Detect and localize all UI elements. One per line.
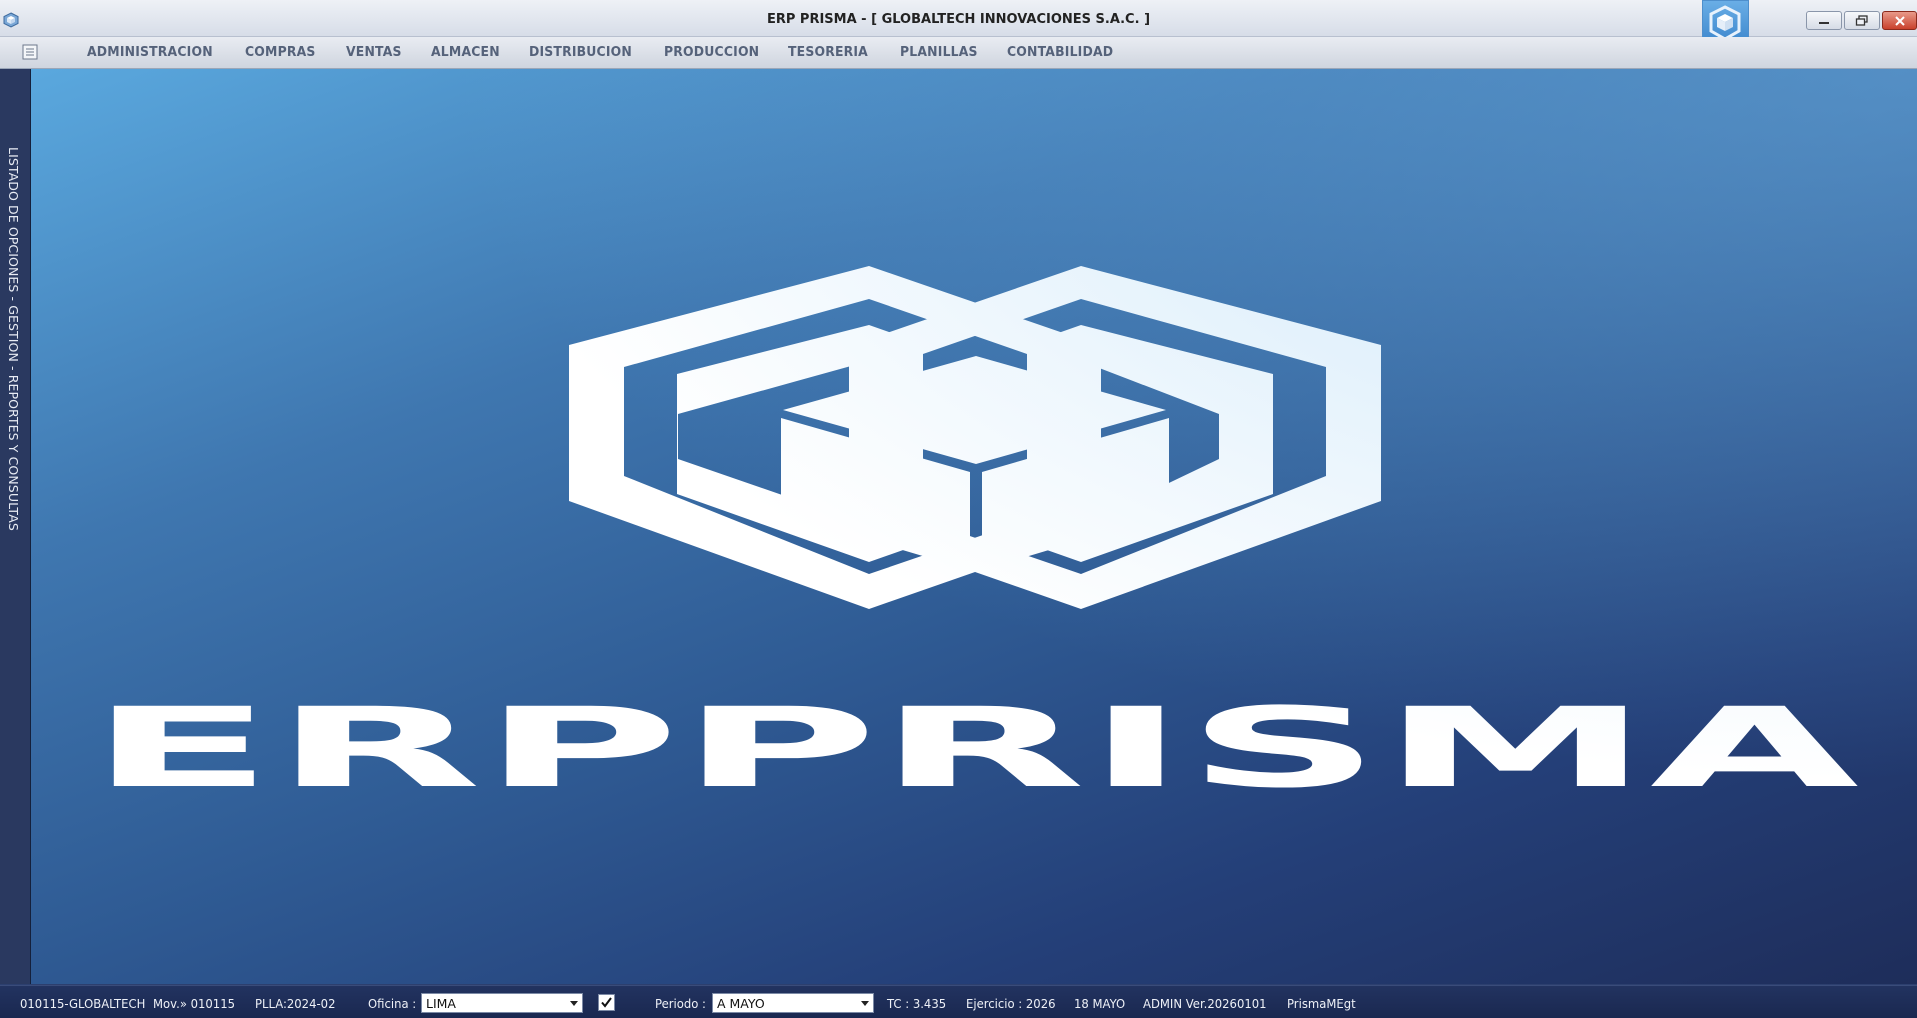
chevron-down-icon[interactable] xyxy=(861,1001,869,1006)
menu-ventas[interactable]: VENTAS xyxy=(346,44,402,60)
office-select[interactable]: LIMA xyxy=(421,993,583,1013)
menu-distribucion[interactable]: DISTRIBUCION xyxy=(529,44,632,60)
status-extra: PrismaMEgt xyxy=(1287,996,1356,1011)
logo-wordmark: ERPPRISMA xyxy=(89,684,1859,812)
menu-produccion[interactable]: PRODUCCION xyxy=(664,44,759,60)
status-movement: Mov.» 010115 xyxy=(153,996,235,1011)
status-user-version: ADMIN Ver.20260101 xyxy=(1143,996,1267,1011)
chevron-down-icon[interactable] xyxy=(570,1001,578,1006)
status-exercise: Ejercicio : 2026 xyxy=(966,996,1056,1011)
side-options-panel[interactable]: LISTADO DE OPCIONES - GESTION - REPORTES… xyxy=(0,69,31,984)
prisma-emblem xyxy=(569,266,1381,609)
period-label: Periodo : xyxy=(655,996,706,1011)
menu-administracion[interactable]: ADMINISTRACION xyxy=(87,44,213,60)
office-label: Oficina : xyxy=(368,996,417,1011)
restore-button[interactable] xyxy=(1844,11,1880,30)
restore-icon xyxy=(1855,15,1868,26)
menu-contabilidad[interactable]: CONTABILIDAD xyxy=(1007,44,1113,60)
side-panel-label[interactable]: LISTADO DE OPCIONES - GESTION - REPORTES… xyxy=(6,147,21,531)
close-icon xyxy=(1894,15,1905,26)
minimize-button[interactable] xyxy=(1806,11,1842,30)
checkmark-icon xyxy=(601,997,612,1008)
status-exchange-rate: TC : 3.435 xyxy=(887,996,947,1011)
period-select-value: A MAYO xyxy=(717,996,765,1011)
title-bar: ERP PRISMA - [ GLOBALTECH INNOVACIONES S… xyxy=(0,0,1917,46)
minimize-icon xyxy=(1819,21,1829,24)
menu-almacen[interactable]: ALMACEN xyxy=(431,44,500,60)
menu-tesoreria[interactable]: TESORERIA xyxy=(788,44,868,60)
menu-compras[interactable]: COMPRAS xyxy=(245,44,316,60)
status-bar: 010115-GLOBALTECH Mov.» 010115 PLLA:2024… xyxy=(0,985,1917,1018)
list-icon[interactable] xyxy=(20,43,40,61)
status-plla: PLLA:2024-02 xyxy=(255,996,336,1011)
office-select-value: LIMA xyxy=(426,996,456,1011)
wordmark-text: ERPPRISMA xyxy=(89,684,1859,812)
menu-planillas[interactable]: PLANILLAS xyxy=(900,44,978,60)
main-canvas: ERPPRISMA xyxy=(31,69,1917,984)
erp-prisma-logo: ERPPRISMA xyxy=(89,266,1859,812)
office-checkbox[interactable] xyxy=(598,994,615,1011)
status-date: 18 MAYO xyxy=(1074,996,1126,1011)
status-company: 010115-GLOBALTECH xyxy=(20,996,146,1011)
menu-bar: ADMINISTRACION COMPRAS VENTAS ALMACEN DI… xyxy=(0,37,1917,69)
close-button[interactable] xyxy=(1882,11,1917,30)
period-select[interactable]: A MAYO xyxy=(712,993,874,1013)
window-title: ERP PRISMA - [ GLOBALTECH INNOVACIONES S… xyxy=(766,12,1151,27)
